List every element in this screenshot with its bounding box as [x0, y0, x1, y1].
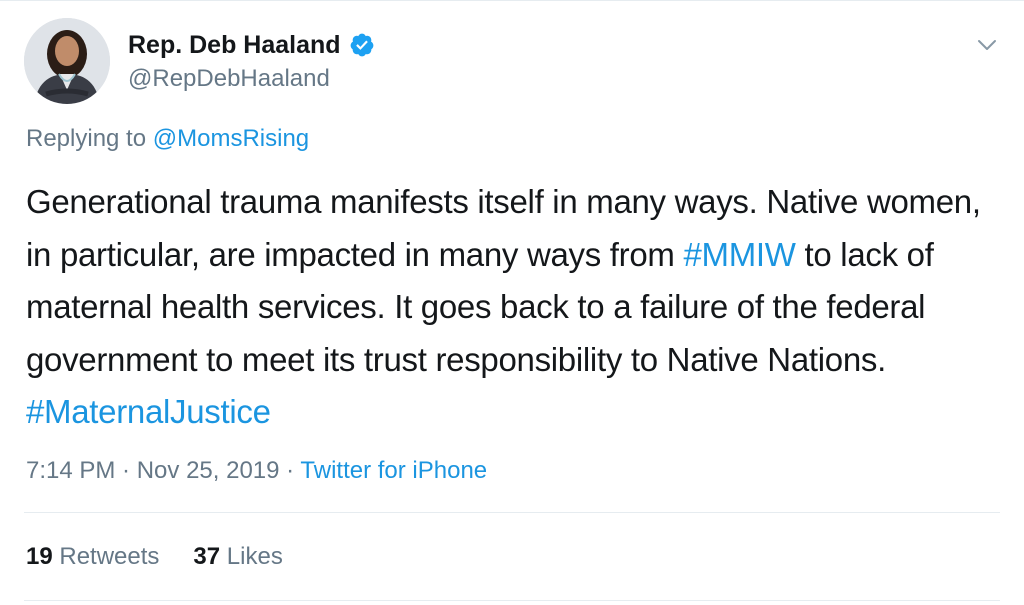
tweet-date[interactable]: Nov 25, 2019 [137, 457, 280, 484]
display-name[interactable]: Rep. Deb Haaland [128, 30, 341, 60]
top-divider [0, 0, 1024, 1]
tweet-meta: 7:14 PM · Nov 25, 2019 · Twitter for iPh… [26, 456, 487, 486]
avatar[interactable] [24, 18, 110, 104]
profile-photo-icon [24, 18, 110, 104]
reply-mention-link[interactable]: @MomsRising [153, 125, 309, 152]
meta-separator-2: · [279, 457, 301, 484]
tweet-card: Rep. Deb Haaland @RepDebHaaland Replying… [0, 0, 1024, 605]
stats-bottom-divider [24, 600, 1000, 601]
replying-to-label: Replying to [26, 125, 153, 152]
retweets-label: Retweets [52, 543, 160, 570]
meta-separator: · [115, 457, 137, 484]
retweets-stat[interactable]: 19 Retweets [26, 542, 159, 572]
tweet-text: Generational trauma manifests itself in … [26, 176, 1011, 439]
tweet-source-link[interactable]: Twitter for iPhone [300, 457, 487, 484]
verified-badge-icon [349, 32, 375, 58]
display-name-row: Rep. Deb Haaland [128, 30, 375, 60]
chevron-down-icon[interactable] [976, 34, 998, 56]
tweet-time[interactable]: 7:14 PM [26, 457, 115, 484]
retweets-count: 19 [26, 543, 53, 570]
replying-to: Replying to @MomsRising [26, 124, 309, 154]
stats-top-divider [24, 512, 1000, 513]
likes-stat[interactable]: 37 Likes [193, 542, 282, 572]
likes-count: 37 [193, 543, 221, 570]
author-block: Rep. Deb Haaland @RepDebHaaland [128, 30, 375, 94]
engagement-stats: 19 Retweets 37 Likes [26, 542, 283, 572]
hashtag-maternaljustice-link[interactable]: #MaternalJustice [26, 393, 271, 430]
likes-label: Likes [220, 543, 283, 570]
handle[interactable]: @RepDebHaaland [128, 64, 375, 94]
hashtag-mmiw-link[interactable]: #MMIW [683, 236, 795, 273]
